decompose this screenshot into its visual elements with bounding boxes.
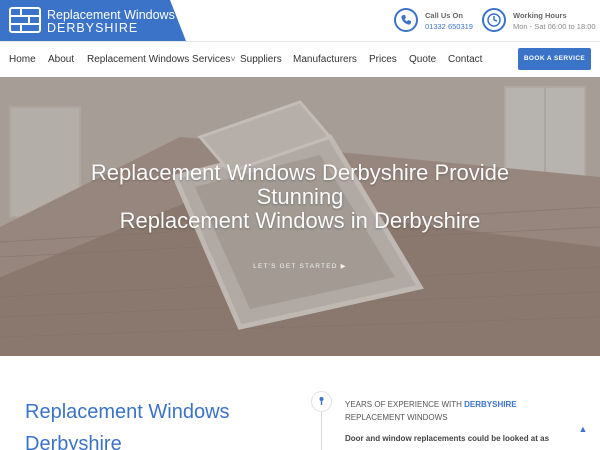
section-title-line1: Replacement Windows bbox=[25, 401, 230, 423]
experience-heading: YEARS OF EXPERIENCE WITH DERBYSHIRE REPL… bbox=[345, 398, 517, 424]
nav-item-quote[interactable]: Quote bbox=[409, 54, 436, 65]
hours-label: Working Hours bbox=[513, 11, 567, 20]
intro-paragraph: Door and window replacements could be lo… bbox=[345, 434, 550, 443]
logo-subtitle: DERBYSHIRE bbox=[47, 21, 139, 35]
get-started-link[interactable]: LET'S GET STARTED ▶ bbox=[237, 257, 363, 277]
chevron-down-icon: ˅ bbox=[230, 54, 236, 64]
logo[interactable]: Replacement Windows DERBYSHIRE bbox=[0, 0, 186, 41]
brick-logo-icon bbox=[9, 7, 41, 33]
call-label: Call Us On bbox=[425, 11, 463, 20]
pin-icon bbox=[311, 391, 332, 412]
book-service-button[interactable]: BOOK A SERVICE bbox=[518, 48, 591, 70]
hero-title-line1: Replacement Windows Derbyshire Provide bbox=[90, 160, 510, 185]
hours-value: Mon - Sat 06:00 to 18:00 bbox=[513, 22, 596, 31]
nav-item-home[interactable]: Home bbox=[9, 54, 36, 65]
nav-item-manufacturers[interactable]: Manufacturers bbox=[293, 54, 357, 65]
phone-number[interactable]: 01332 650319 bbox=[425, 22, 473, 31]
phone-icon bbox=[394, 8, 418, 32]
nav-item-services-label: Replacement Windows Services bbox=[87, 54, 231, 65]
header: Replacement Windows DERBYSHIRE Call Us O… bbox=[0, 0, 600, 41]
logo-title: Replacement Windows bbox=[47, 8, 175, 22]
hero-title: Replacement Windows Derbyshire Provide S… bbox=[0, 161, 600, 233]
nav-item-about[interactable]: About bbox=[48, 54, 74, 65]
section-title: Replacement Windows Derbyshire bbox=[25, 396, 230, 450]
hero-banner: Replacement Windows Derbyshire Provide S… bbox=[0, 77, 600, 356]
hero-title-line2: Stunning bbox=[256, 184, 344, 209]
nav-item-contact[interactable]: Contact bbox=[448, 54, 482, 65]
experience-suffix: REPLACEMENT WINDOWS bbox=[345, 413, 448, 422]
experience-prefix: YEARS OF EXPERIENCE WITH bbox=[345, 400, 462, 409]
clock-icon bbox=[482, 8, 506, 32]
experience-highlight: DERBYSHIRE bbox=[464, 400, 517, 409]
main-nav: Home About Replacement Windows Services˅… bbox=[0, 41, 600, 77]
nav-item-suppliers[interactable]: Suppliers bbox=[240, 54, 282, 65]
section-title-line2: Derbyshire bbox=[25, 433, 122, 450]
nav-item-services[interactable]: Replacement Windows Services˅ bbox=[87, 54, 236, 65]
nav-item-prices[interactable]: Prices bbox=[369, 54, 397, 65]
scroll-up-icon[interactable]: ▲ bbox=[576, 424, 590, 438]
hero-title-line3: Replacement Windows in Derbyshire bbox=[119, 208, 481, 233]
